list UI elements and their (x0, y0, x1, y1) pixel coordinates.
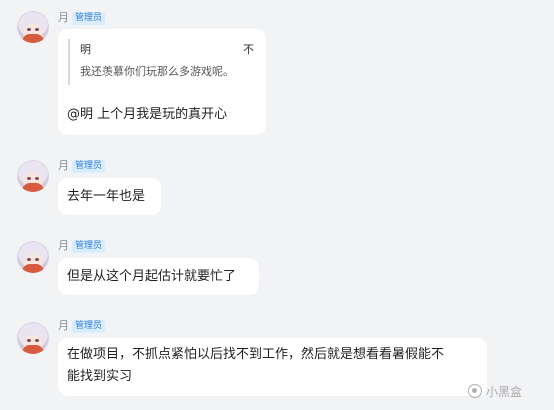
sender-name[interactable]: 月 (58, 11, 69, 25)
message-bubble[interactable]: 在做项目，不抓点紧怕以后找不到工作，然后就是想看看暑假能不 能找到实习 (58, 338, 487, 396)
quote-text: 我还羡慕你们玩那么多游戏呢。 (80, 65, 234, 78)
sender-name[interactable]: 月 (58, 319, 69, 333)
message-text-line-2: 能找到实习 (67, 369, 133, 384)
avatar[interactable] (17, 11, 49, 43)
message-bubble[interactable]: 明 不 我还羡慕你们玩那么多游戏呢。 @明 上个月我是玩的真开心 (58, 29, 266, 135)
avatar[interactable] (17, 322, 49, 354)
watermark: 小黑盒 (468, 383, 522, 399)
quote-author: 明 (80, 43, 91, 56)
watermark-text: 小黑盒 (486, 384, 523, 399)
message-bubble[interactable]: 但是从这个月起估计就要忙了 (58, 258, 259, 295)
message-text: 去年一年也是 (67, 189, 146, 204)
sender-name[interactable]: 月 (58, 239, 69, 253)
message-bubble[interactable]: 去年一年也是 (58, 178, 161, 215)
admin-badge: 管理员 (72, 240, 106, 253)
admin-badge: 管理员 (72, 12, 106, 25)
admin-badge: 管理员 (72, 320, 106, 333)
sender-name[interactable]: 月 (58, 159, 69, 173)
heybox-logo-icon (468, 384, 482, 398)
avatar[interactable] (17, 160, 49, 192)
chat-log: 月 管理员 明 不 我还羡慕你们玩那么多游戏呢。 @明 上个月我是玩的真开心 月… (0, 0, 554, 410)
admin-badge: 管理员 (72, 160, 106, 173)
reply-quote[interactable]: 明 不 我还羡慕你们玩那么多游戏呢。 (68, 39, 258, 85)
message-text: 但是从这个月起估计就要忙了 (67, 269, 237, 284)
avatar[interactable] (17, 241, 49, 273)
message-text: @明 上个月我是玩的真开心 (67, 107, 228, 122)
message-text-line-1: 在做项目，不抓点紧怕以后找不到工作，然后就是想看看暑假能不 (67, 347, 445, 362)
quote-close-text: 不 (243, 43, 254, 56)
